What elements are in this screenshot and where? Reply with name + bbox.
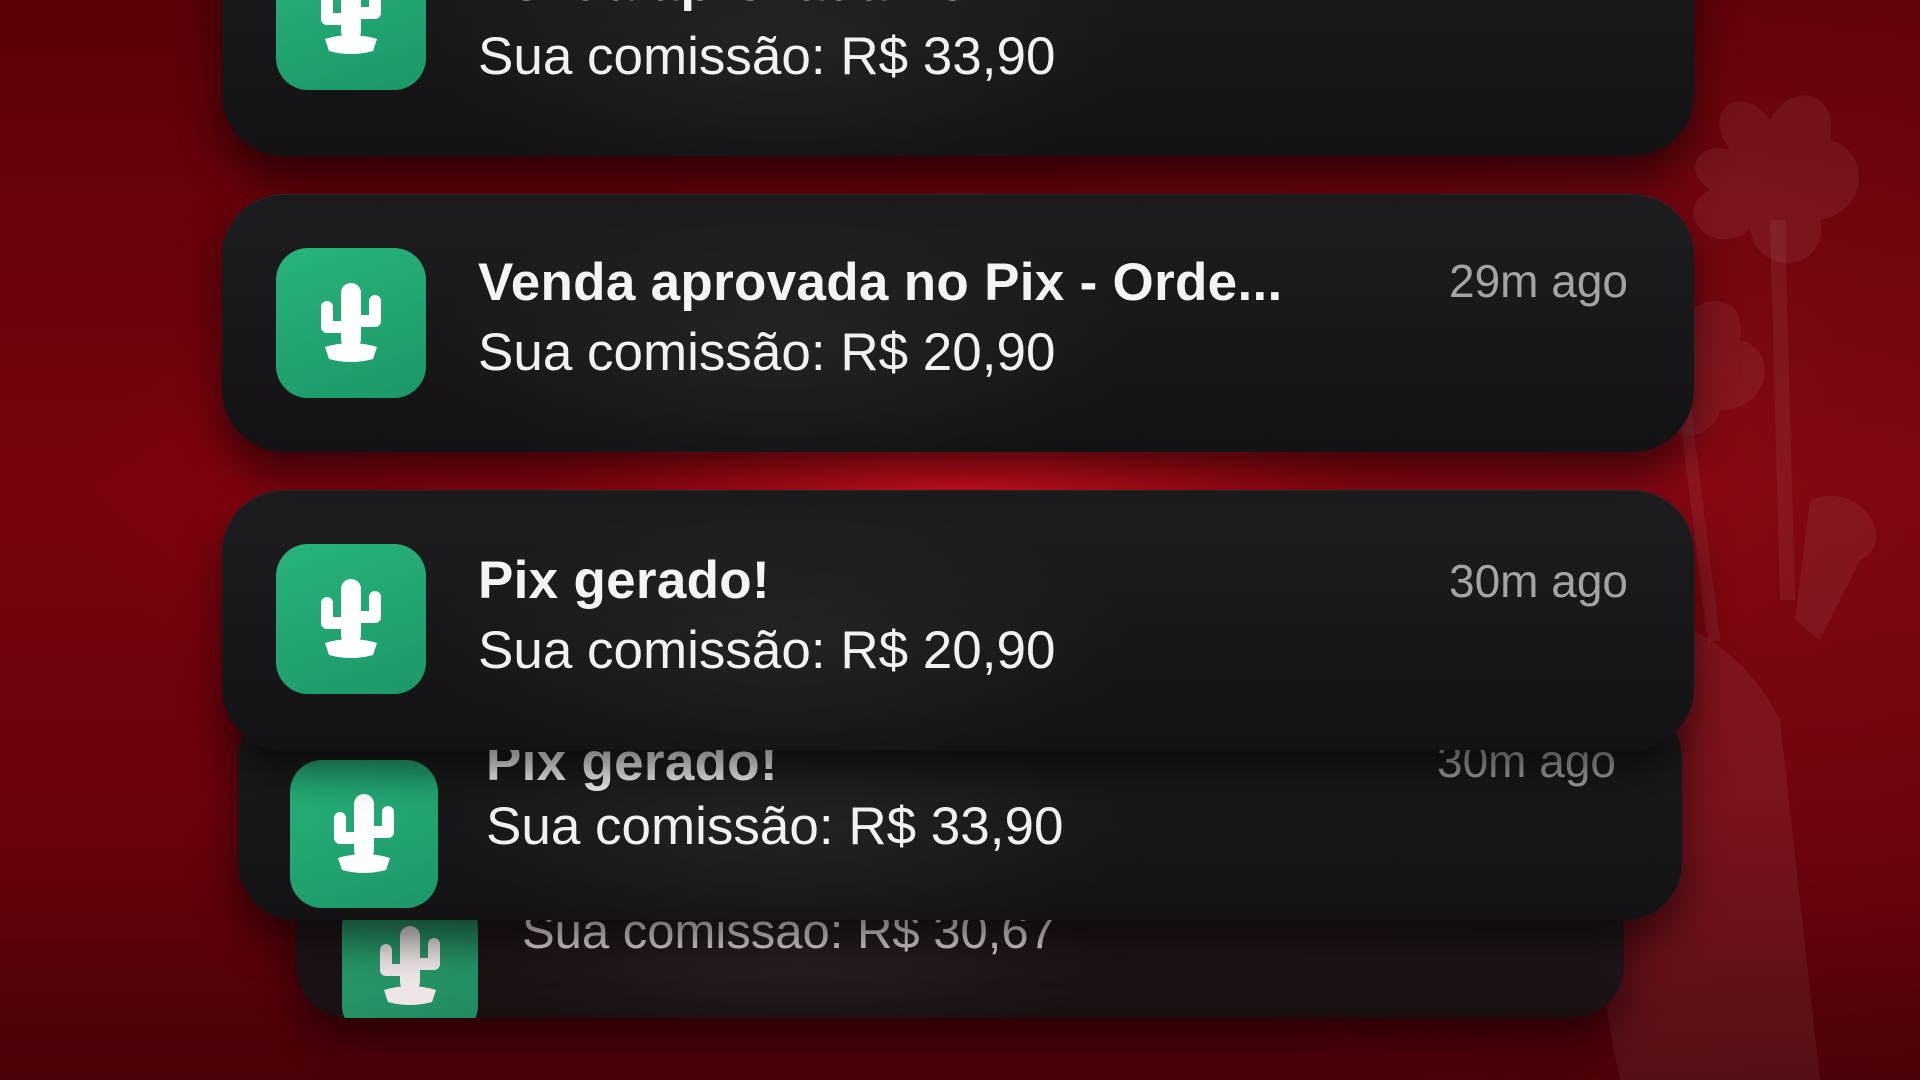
notification-card-2[interactable]: Venda aprovada no Pix - Orde... 29m ago … (222, 194, 1694, 452)
notification-message: Sua comissão: R$ 20,90 (478, 621, 1056, 680)
notification-card-1[interactable]: Venda aprovada no Pix! Sua comissão: R$ … (222, 0, 1694, 156)
app-icon (276, 248, 426, 398)
notification-card-3[interactable]: Pix gerado! 30m ago Sua comissão: R$ 20,… (222, 490, 1694, 750)
notification-title: Venda aprovada no Pix - Orde... (478, 253, 1283, 312)
notification-time: 30m ago (1448, 555, 1628, 607)
notification-message: Sua comissão: R$ 33,90 (478, 27, 1056, 86)
notification-title: Venda aprovada no Pix! (478, 0, 1083, 13)
notification-title: Pix gerado! (478, 551, 770, 610)
notification-message: Sua comissão: R$ 20,90 (478, 323, 1056, 382)
app-icon (290, 760, 438, 908)
app-icon (276, 0, 426, 90)
cactus-icon (321, 0, 381, 54)
app-icon (276, 544, 426, 694)
cactus-icon (321, 579, 381, 658)
cactus-icon (334, 794, 394, 873)
notification-message: Sua comissão: R$ 33,90 (486, 797, 1064, 856)
cactus-icon (380, 926, 440, 1005)
notification-time: 29m ago (1448, 255, 1628, 307)
cactus-icon (321, 283, 381, 362)
